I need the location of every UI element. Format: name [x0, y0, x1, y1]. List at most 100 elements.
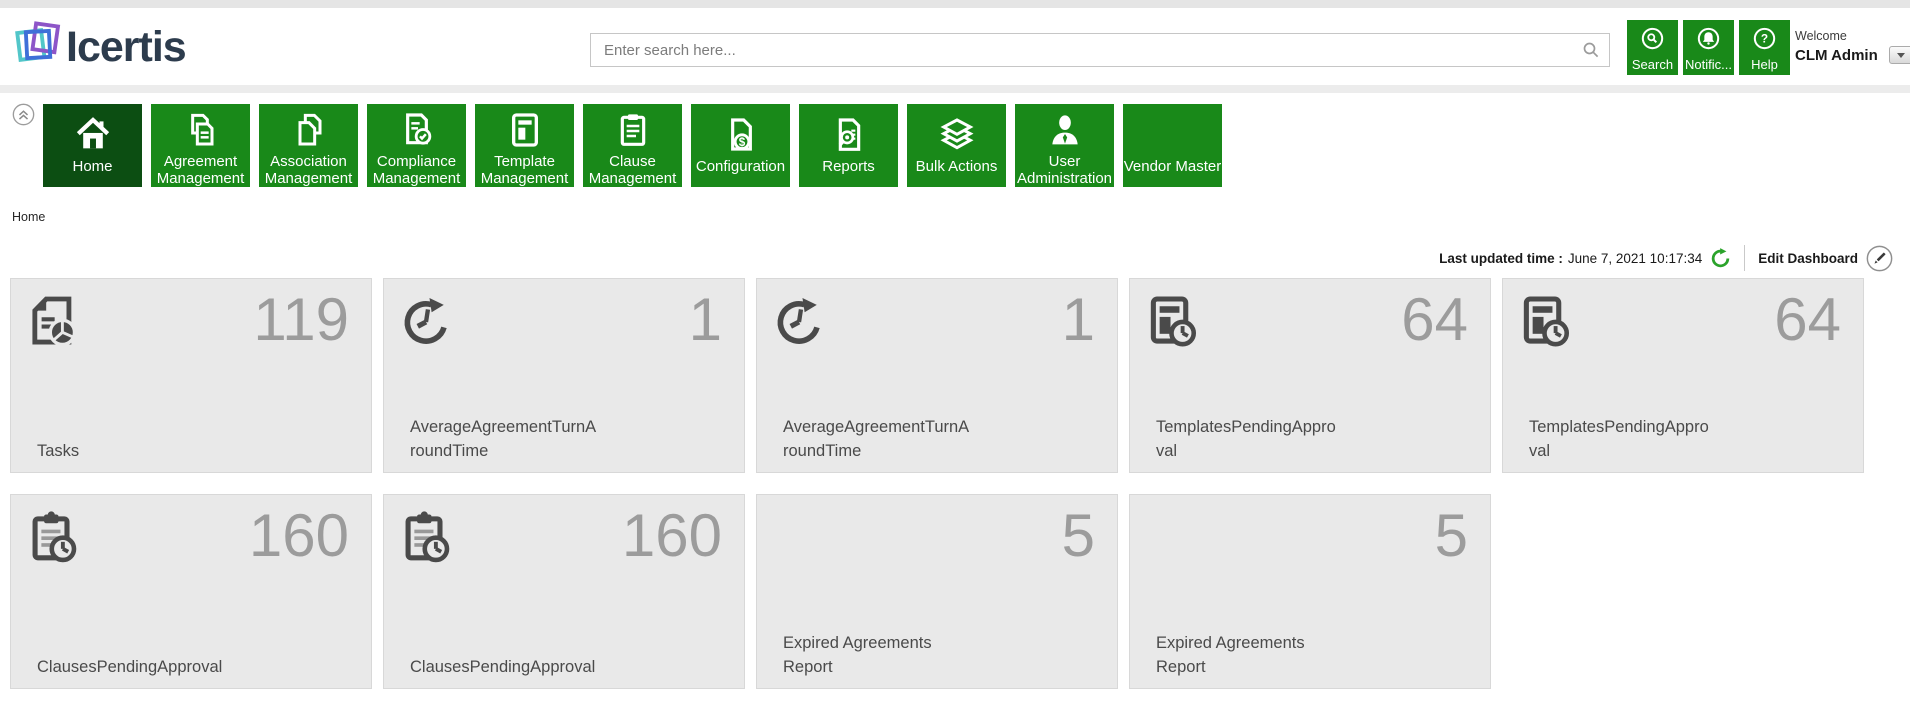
search-circle-icon: [1639, 25, 1666, 55]
tile-label: AverageAgreementTurnAroundTime: [783, 415, 969, 463]
clipboard-clock-icon: [23, 508, 81, 571]
user-icon: [1045, 109, 1085, 150]
help-button-label: Help: [1751, 57, 1778, 72]
nav-tile-clause-management[interactable]: Clause Management: [583, 104, 682, 187]
tile-value: 1: [1062, 285, 1095, 354]
meta-divider: [1744, 245, 1745, 271]
nav-tile-label: Home: [43, 158, 142, 175]
icertis-logo-icon: [14, 20, 64, 75]
dashboard-tile-templates-pending-approval-2[interactable]: 64 TemplatesPendingApproval: [1502, 278, 1864, 473]
tile-label: Expired AgreementsReport: [1156, 631, 1305, 679]
dashboard-tile-clauses-pending-approval-2[interactable]: 160 ClausesPendingApproval: [383, 494, 745, 689]
chevrons-up-icon: [12, 114, 35, 129]
tile-label: Expired AgreementsReport: [783, 631, 932, 679]
tile-label: AverageAgreementTurnAroundTime: [410, 415, 596, 463]
nav-tile-label: Configuration: [691, 158, 790, 175]
header-divider: [0, 85, 1910, 93]
nav-tile-compliance-management[interactable]: Compliance Management: [367, 104, 466, 187]
tile-label: Tasks: [37, 439, 79, 463]
breadcrumb-home[interactable]: Home: [12, 210, 45, 224]
dashboard-tile-avg-agreement-turnaround-2[interactable]: 1 AverageAgreementTurnAroundTime: [756, 278, 1118, 473]
nav-tile-label: Vendor Master: [1123, 158, 1222, 175]
nav-tile-label: Reports: [799, 158, 898, 175]
clipboard-clock-icon: [396, 508, 454, 571]
dashboard-meta: Last updated time : June 7, 2021 10:17:3…: [1439, 242, 1893, 274]
welcome-block: Welcome CLM Admin: [1795, 29, 1910, 64]
agreement-docs-icon: [181, 109, 221, 150]
bulk-actions-layers-icon: [937, 109, 977, 155]
top-strip: [0, 0, 1910, 8]
tile-value: 160: [249, 501, 349, 570]
template-clock-icon: [1515, 292, 1573, 355]
nav-tile-label: Association Management: [259, 153, 358, 187]
search-button[interactable]: Search: [1627, 20, 1678, 75]
question-icon: ?: [1751, 25, 1778, 55]
logo-text: Icertis: [66, 23, 186, 72]
search-input[interactable]: [590, 33, 1610, 67]
nav-tile-reports[interactable]: Reports: [799, 104, 898, 187]
last-updated-value: June 7, 2021 10:17:34: [1568, 251, 1702, 266]
notifications-button[interactable]: Notific...: [1683, 20, 1734, 75]
collapse-nav-button[interactable]: [12, 103, 35, 126]
search-button-label: Search: [1632, 57, 1673, 72]
nav-tile-label: Compliance Management: [367, 153, 466, 187]
dashboard-tile-tasks[interactable]: 119 Tasks: [10, 278, 372, 473]
chevron-down-icon: [1897, 53, 1905, 58]
svg-text:?: ?: [1761, 32, 1768, 46]
tile-value: 64: [1774, 285, 1841, 354]
clock-refresh-icon: [773, 296, 825, 353]
bell-icon: [1695, 25, 1722, 55]
svg-text:$: $: [738, 136, 745, 149]
clause-clipboard-icon: [613, 109, 653, 150]
home-icon: [72, 109, 114, 155]
nav-tile-agreement-management[interactable]: Agreement Management: [151, 104, 250, 187]
dashboard-tile-templates-pending-approval-1[interactable]: 64 TemplatesPendingApproval: [1129, 278, 1491, 473]
nav-tile-vendor-master[interactable]: Vendor Master: [1123, 104, 1222, 187]
tile-label: TemplatesPendingApproval: [1529, 415, 1709, 463]
header-actions: Search Notific... ? Help: [1627, 20, 1790, 75]
dashboard-tile-expired-agreements-report-1[interactable]: 5 Expired AgreementsReport: [756, 494, 1118, 689]
nav-tile-label: User Administration: [1015, 153, 1114, 187]
nav-tile-label: Agreement Management: [151, 153, 250, 187]
tile-label: ClausesPendingApproval: [410, 655, 595, 679]
header: Icertis Search: [0, 8, 1910, 85]
nav-tile-label: Template Management: [475, 153, 574, 187]
template-icon: [505, 109, 545, 150]
help-button[interactable]: ? Help: [1739, 20, 1790, 75]
nav-tile-home[interactable]: Home: [43, 104, 142, 187]
tile-label: TemplatesPendingApproval: [1156, 415, 1336, 463]
icertis-logo: Icertis: [14, 20, 186, 75]
magnifier-icon[interactable]: [1581, 40, 1601, 60]
tile-value: 160: [622, 501, 722, 570]
tile-value: 64: [1401, 285, 1468, 354]
tile-label: ClausesPendingApproval: [37, 655, 222, 679]
breadcrumb: Home: [12, 210, 45, 224]
nav-tile-label: Bulk Actions: [907, 158, 1006, 175]
edit-dashboard-label[interactable]: Edit Dashboard: [1758, 251, 1858, 266]
configuration-dollar-doc-icon: $: [721, 109, 761, 155]
dashboard-tile-avg-agreement-turnaround-1[interactable]: 1 AverageAgreementTurnAroundTime: [383, 278, 745, 473]
tile-value: 119: [253, 285, 349, 354]
association-docs-icon: [289, 109, 329, 150]
clock-refresh-icon: [400, 296, 452, 353]
tile-value: 1: [689, 285, 722, 354]
tile-value: 5: [1435, 501, 1468, 570]
global-search: [590, 33, 1610, 67]
dashboard-tile-clauses-pending-approval-1[interactable]: 160 ClausesPendingApproval: [10, 494, 372, 689]
template-clock-icon: [1142, 292, 1200, 355]
user-menu-button[interactable]: [1889, 46, 1910, 64]
reports-magnifier-doc-icon: [829, 109, 869, 155]
user-name: CLM Admin: [1795, 47, 1878, 64]
nav-tile-user-administration[interactable]: User Administration: [1015, 104, 1114, 187]
nav-tile-bulk-actions[interactable]: Bulk Actions: [907, 104, 1006, 187]
nav-tile-label: Clause Management: [583, 153, 682, 187]
refresh-icon[interactable]: [1710, 248, 1731, 269]
nav-tile-template-management[interactable]: Template Management: [475, 104, 574, 187]
main-nav: Home Agreement Management Association Ma…: [43, 104, 1222, 187]
nav-tile-association-management[interactable]: Association Management: [259, 104, 358, 187]
compliance-check-doc-icon: [397, 109, 437, 150]
nav-tile-configuration[interactable]: $ Configuration: [691, 104, 790, 187]
document-pie-icon: [23, 292, 81, 355]
pencil-icon[interactable]: [1866, 245, 1893, 272]
dashboard-tile-expired-agreements-report-2[interactable]: 5 Expired AgreementsReport: [1129, 494, 1491, 689]
